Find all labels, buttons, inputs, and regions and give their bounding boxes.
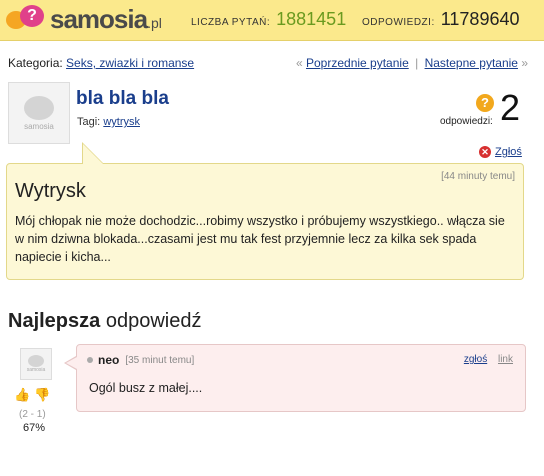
avatar-placeholder-icon <box>28 355 44 367</box>
answer-text: Ogól busz z małej.... <box>89 381 203 395</box>
question-time: [44 minuty temu] <box>441 171 515 182</box>
answer-permalink[interactable]: link <box>498 354 513 365</box>
best-answer-heading-bold: Najlepsza <box>8 310 101 332</box>
question-mark-icon: ? <box>476 94 494 112</box>
question-tags: Tagi: wytrysk <box>77 116 140 128</box>
question-box: [44 minuty temu] Wytrysk Mój chłopak nie… <box>6 163 524 280</box>
answers-stat-value: 11789640 <box>440 9 520 29</box>
site-header: ? samosia.pl LICZBA PYTAŃ: 1881451 ODPOW… <box>0 0 544 41</box>
report-x-icon: ✕ <box>479 146 491 158</box>
questions-stat-label: LICZBA PYTAŃ: <box>191 17 271 28</box>
nav-separator: | <box>415 56 419 70</box>
question-body: Mój chłopak nie może dochodzic...robimy … <box>15 214 505 264</box>
questions-stat: LICZBA PYTAŃ: 1881451 <box>191 9 346 30</box>
report-question[interactable]: ✕ Zgłoś <box>479 146 522 158</box>
best-answer-heading: Najlepsza odpowiedź <box>8 310 201 333</box>
answers-stat-label: ODPOWIEDZI: <box>362 17 435 28</box>
bullet-icon <box>87 357 93 363</box>
answers-count-label: odpowiedzi: <box>440 116 493 127</box>
thumbs-up-icon[interactable]: 👍 <box>14 388 30 402</box>
questions-stat-value: 1881451 <box>276 9 347 29</box>
answers-count: 2 <box>500 87 521 128</box>
avatar-label: samosia <box>26 367 46 373</box>
question-bubble-tail-fill <box>83 144 103 164</box>
answer-box: neo [35 minut temu] zgłoś link Ogól busz… <box>76 344 526 412</box>
answer-bubble-tail-fill <box>66 357 77 369</box>
tag-link[interactable]: wytrysk <box>103 116 140 128</box>
best-answer-heading-rest: odpowiedź <box>100 310 202 332</box>
answer-author[interactable]: neo <box>98 353 119 367</box>
next-question-link[interactable]: Nastepne pytanie <box>425 56 518 70</box>
answer-time: [35 minut temu] <box>125 354 195 366</box>
answers-stat: ODPOWIEDZI: 11789640 <box>362 9 519 30</box>
avatar-placeholder-icon <box>24 95 54 120</box>
question-title: bla bla bla <box>76 88 169 109</box>
category-row: Kategoria: Seks, zwiazki i romanse « Pop… <box>8 56 528 70</box>
prev-question-link[interactable]: Poprzednie pytanie <box>306 56 409 70</box>
logo-bubbles-icon: ? <box>6 5 48 33</box>
question-heading: Wytrysk <box>15 180 86 202</box>
logo-text: samosia.pl <box>50 3 162 34</box>
answer-actions: zgłoś link <box>456 354 513 365</box>
vote-counts: (2 - 1) <box>19 409 46 420</box>
answer-avatar[interactable]: samosia <box>20 348 52 380</box>
next-arrow-icon: » <box>521 56 528 70</box>
answer-meta: neo [35 minut temu] <box>87 353 194 367</box>
question-nav: « Poprzednie pytanie | Nastepne pytanie … <box>296 56 528 70</box>
report-question-link[interactable]: Zgłoś <box>495 146 522 158</box>
prev-arrow-icon: « <box>295 56 303 70</box>
site-logo[interactable]: ? samosia.pl <box>6 4 162 34</box>
tags-label: Tagi: <box>77 116 101 128</box>
thumbs-down-icon[interactable]: 👎 <box>34 388 50 402</box>
category-link[interactable]: Seks, zwiazki i romanse <box>66 56 194 70</box>
category-label: Kategoria: <box>8 56 63 70</box>
avatar-label: samosia <box>24 121 54 131</box>
question-avatar[interactable]: samosia <box>8 82 70 144</box>
report-answer-link[interactable]: zgłoś <box>464 354 487 365</box>
vote-percentage: 67% <box>23 422 46 434</box>
